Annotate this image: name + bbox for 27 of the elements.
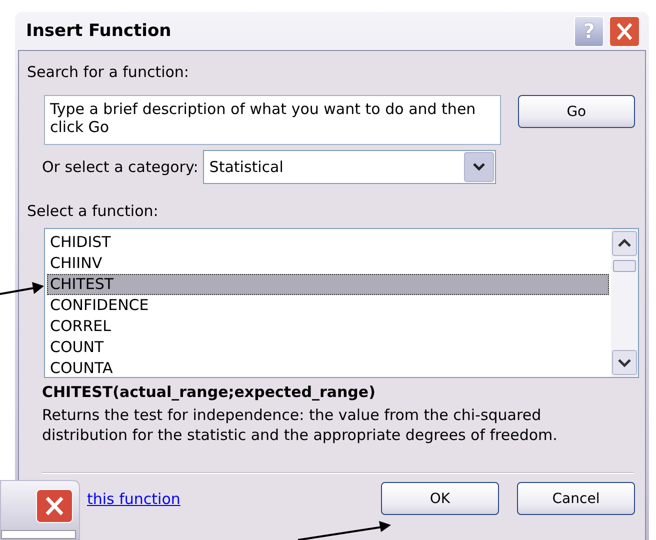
go-button[interactable]: Go (518, 95, 635, 128)
annotation-arrow (0, 282, 44, 295)
function-list-item[interactable]: CHITEST (47, 274, 609, 295)
search-label: Search for a function: (27, 63, 190, 83)
scroll-up-icon[interactable] (612, 231, 637, 256)
ok-button[interactable]: OK (381, 482, 499, 515)
category-label: Or select a category: (42, 158, 198, 176)
help-link[interactable]: this function (87, 490, 381, 508)
function-description: Returns the test for independence: the value from the chi-squared distribution for the statistic and the appropriate degrees of freedom. (42, 405, 558, 445)
function-list-item[interactable]: CONFIDENCE (47, 295, 609, 316)
function-list-item[interactable]: COUNT (47, 337, 609, 358)
function-list-item[interactable]: CHIINV (47, 253, 609, 274)
window-title: Insert Function (26, 21, 172, 41)
function-signature: CHITEST(actual_range;expected_range) (42, 383, 376, 401)
scroll-down-icon[interactable] (612, 350, 637, 375)
function-list[interactable]: CHIDIST CHIINV CHITEST CONFIDENCE CORREL COUNT COUNTA (44, 228, 639, 378)
category-dropdown[interactable]: Statistical (203, 150, 496, 184)
cancel-button[interactable]: Cancel (517, 482, 635, 515)
function-list-item[interactable]: CORREL (47, 316, 609, 337)
function-list-item[interactable]: CHIDIST (47, 232, 609, 253)
function-list-item[interactable]: COUNTA (47, 358, 609, 379)
close-icon[interactable] (36, 489, 73, 523)
scroll-thumb[interactable] (613, 260, 636, 272)
close-icon[interactable] (609, 16, 640, 46)
scrollbar[interactable] (611, 229, 638, 377)
function-list-label: Select a function: (27, 202, 160, 222)
search-field[interactable]: Type a brief description of what you want to do and then click Go (44, 95, 501, 145)
